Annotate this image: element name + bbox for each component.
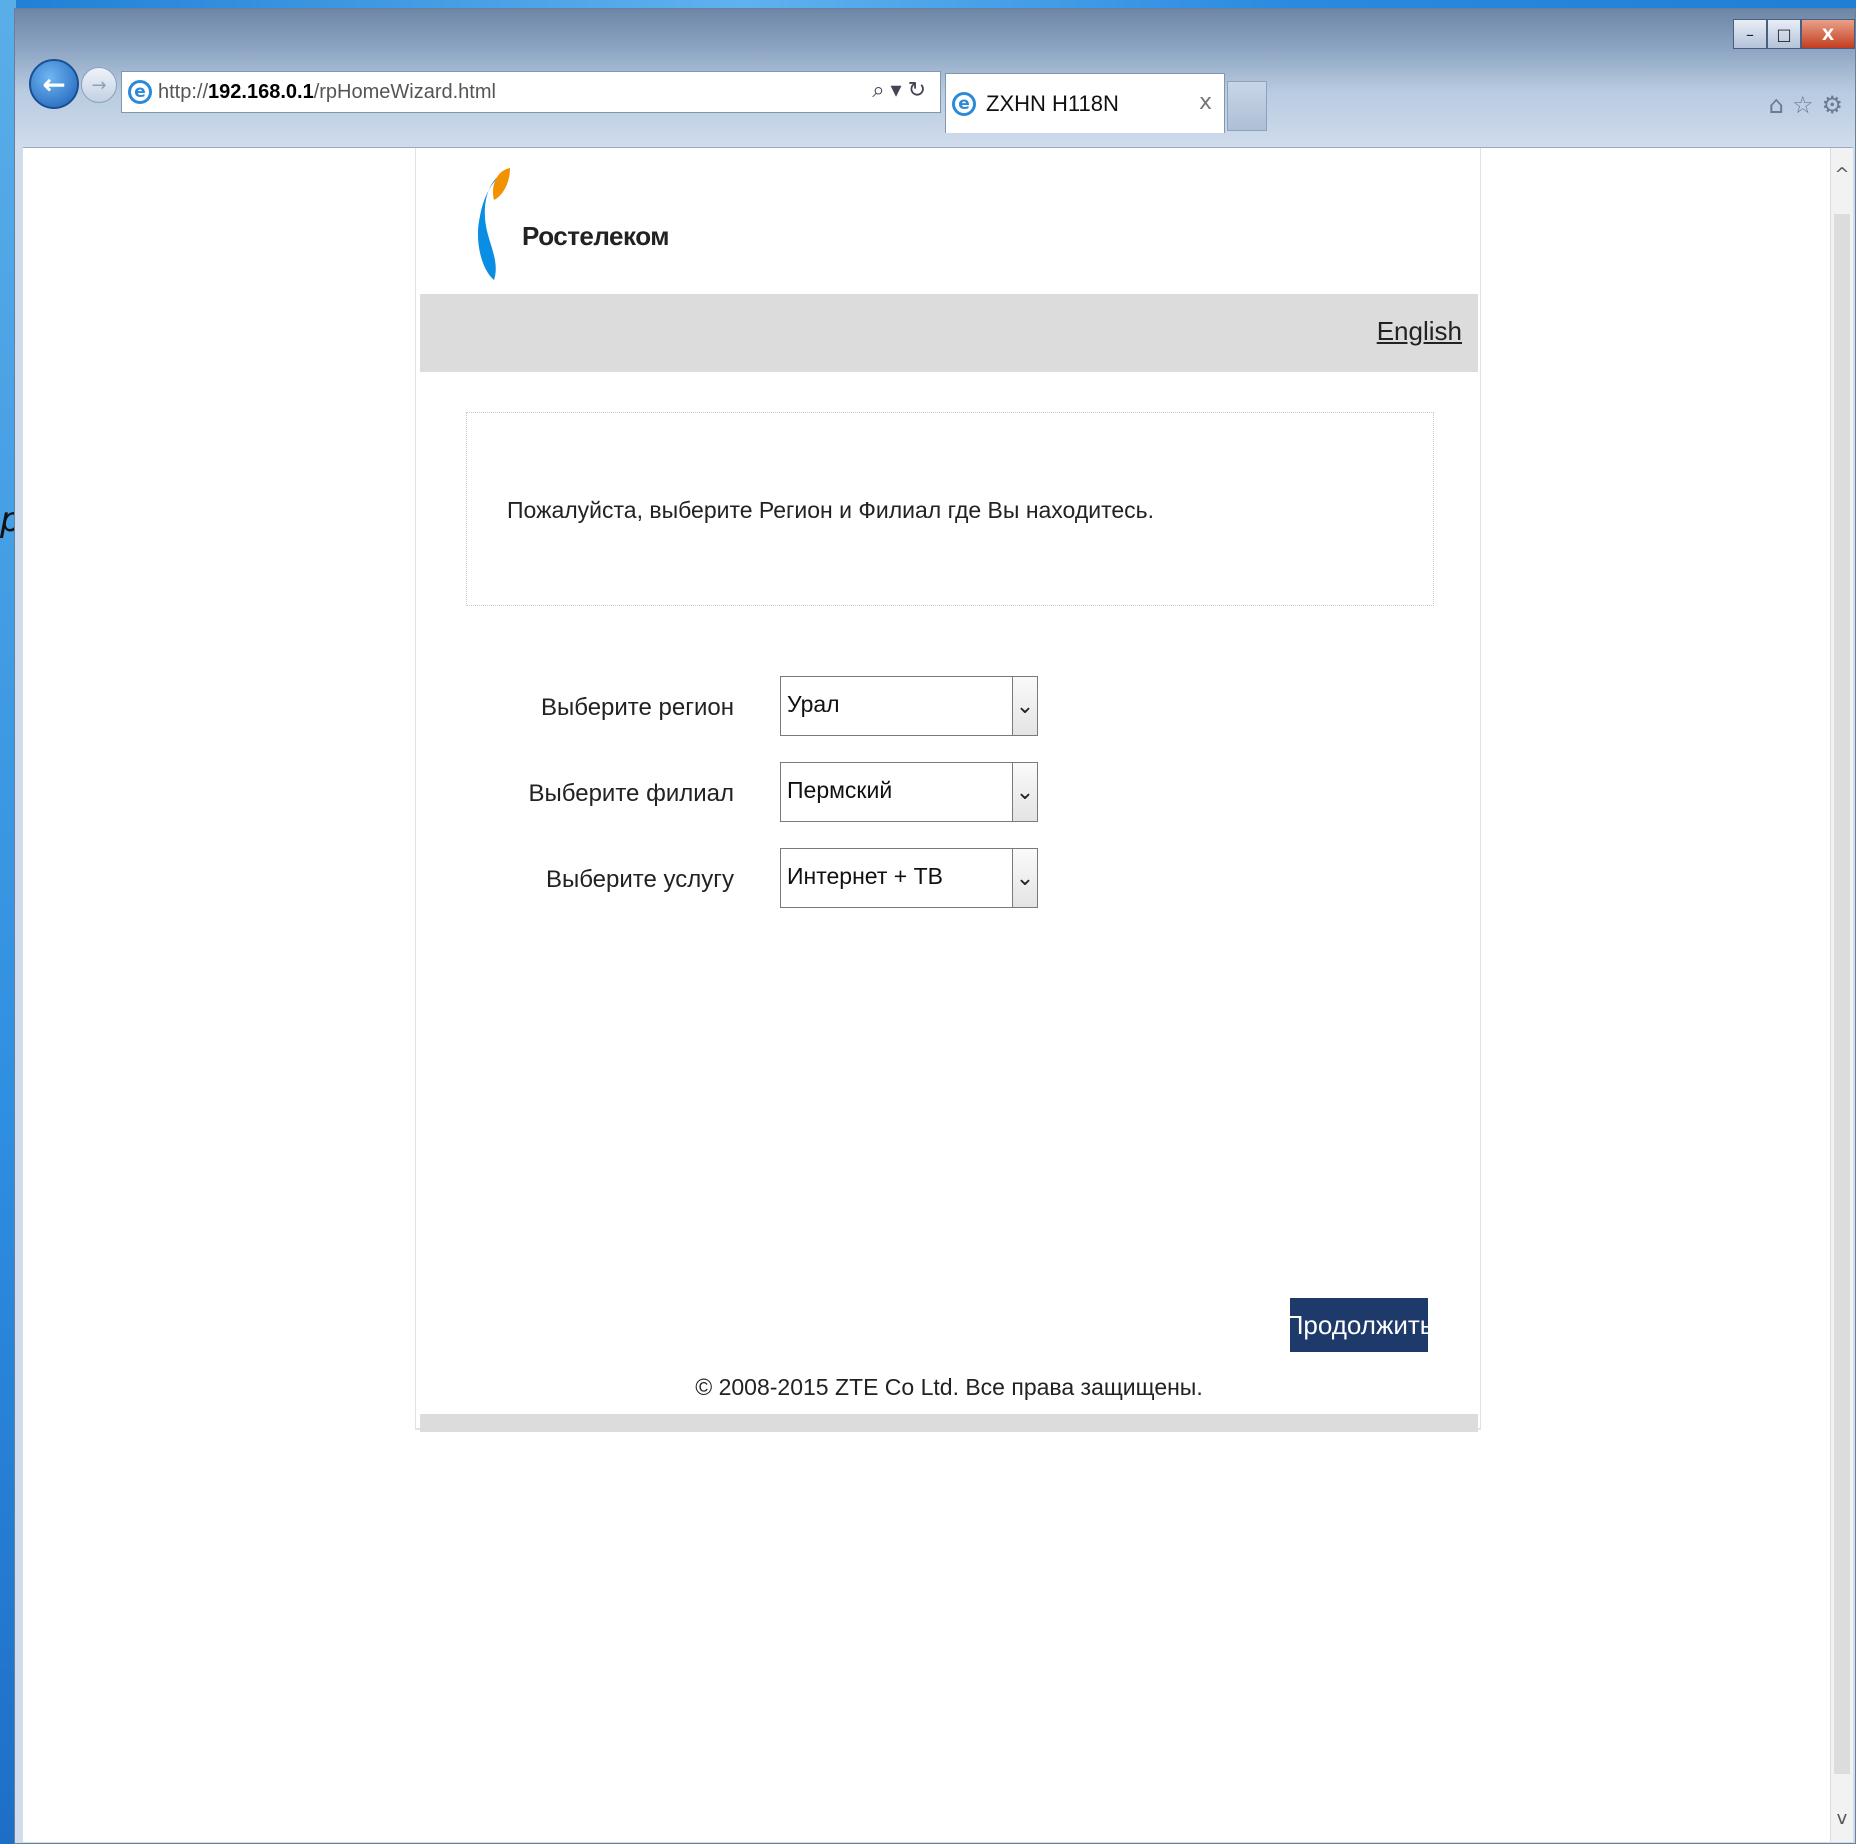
continue-button[interactable]: Продолжить	[1285, 1298, 1433, 1352]
close-window-button[interactable]: X	[1801, 19, 1855, 49]
toolbar-icons[interactable]: ⌂☆⚙	[1769, 91, 1851, 119]
service-row: Выберите услугу Интернет + ТВ ⌄	[416, 848, 1482, 908]
logo-text: Ростелеком	[522, 220, 669, 251]
forward-arrow-icon[interactable]: →	[81, 67, 117, 103]
browser-window: – □ X ← → e http://192.168.0.1/rpHomeWiz…	[14, 8, 1856, 1844]
new-tab-button[interactable]	[1227, 81, 1267, 131]
service-label: Выберите услугу	[545, 866, 734, 893]
browser-toolbar: – □ X ← → e http://192.168.0.1/rpHomeWiz…	[15, 9, 1855, 147]
region-label: Выберите регион	[540, 694, 734, 721]
search-refresh-icon[interactable]: ⌕▾↻	[872, 78, 932, 103]
page-viewport: ^ v Ростелеком English Пожалуйста, выбер…	[23, 147, 1853, 1842]
ie-logo-icon: e	[952, 91, 976, 116]
scroll-down-icon[interactable]: v	[1831, 1808, 1853, 1838]
scroll-up-icon[interactable]: ^	[1831, 164, 1853, 194]
chevron-down-icon[interactable]: ⌄	[1012, 849, 1037, 907]
service-select[interactable]: Интернет + ТВ ⌄	[780, 848, 1038, 908]
chevron-down-icon[interactable]: ⌄	[1012, 763, 1037, 821]
chevron-down-icon[interactable]: ⌄	[1012, 677, 1037, 735]
notice-text: Пожалуйста, выберите Регион и Филиал где…	[507, 497, 1155, 523]
branch-value: Пермский	[787, 777, 893, 803]
branch-select[interactable]: Пермский ⌄	[780, 762, 1038, 822]
back-arrow-icon[interactable]: ←	[29, 59, 79, 109]
branch-row: Выберите филиал Пермский ⌄	[416, 762, 1482, 822]
maximize-button[interactable]: □	[1767, 19, 1801, 49]
service-value: Интернет + ТВ	[787, 863, 943, 889]
url-protocol: http://	[158, 80, 209, 103]
ie-logo-icon: e	[128, 80, 152, 104]
tab-active[interactable]: e ZXHN H118N x	[945, 73, 1225, 133]
region-row: Выберите регион Урал ⌄	[416, 676, 1482, 736]
footer-bar	[420, 1414, 1478, 1432]
window-caption-buttons: – □ X	[1733, 19, 1855, 49]
tab-close-icon[interactable]: x	[1199, 90, 1212, 115]
url-text[interactable]: http://192.168.0.1/rpHomeWizard.html	[158, 81, 496, 104]
url-host: 192.168.0.1	[208, 80, 314, 103]
region-value: Урал	[787, 691, 840, 717]
scroll-thumb[interactable]	[1834, 214, 1850, 1774]
copyright-text: © 2008-2015 ZTE Co Ltd. Все права защище…	[695, 1374, 1203, 1400]
region-select[interactable]: Урал ⌄	[780, 676, 1038, 736]
address-bar[interactable]: e http://192.168.0.1/rpHomeWizard.html ⌕…	[121, 71, 941, 113]
wizard-page: Ростелеком English Пожалуйста, выберите …	[415, 148, 1482, 1432]
tab-title: ZXHN H118N	[986, 90, 1119, 116]
rostelecom-logo-icon	[477, 168, 510, 280]
vertical-scrollbar[interactable]: ^ v	[1830, 148, 1853, 1842]
language-bar: English	[420, 294, 1478, 372]
minimize-button[interactable]: –	[1733, 19, 1767, 49]
url-path: /rpHomeWizard.html	[313, 80, 496, 103]
notice-box: Пожалуйста, выберите Регион и Филиал где…	[466, 412, 1434, 606]
branch-label: Выберите филиал	[528, 780, 735, 807]
language-link-english[interactable]: English	[1377, 316, 1462, 347]
rostelecom-logo: Ростелеком	[476, 164, 669, 284]
